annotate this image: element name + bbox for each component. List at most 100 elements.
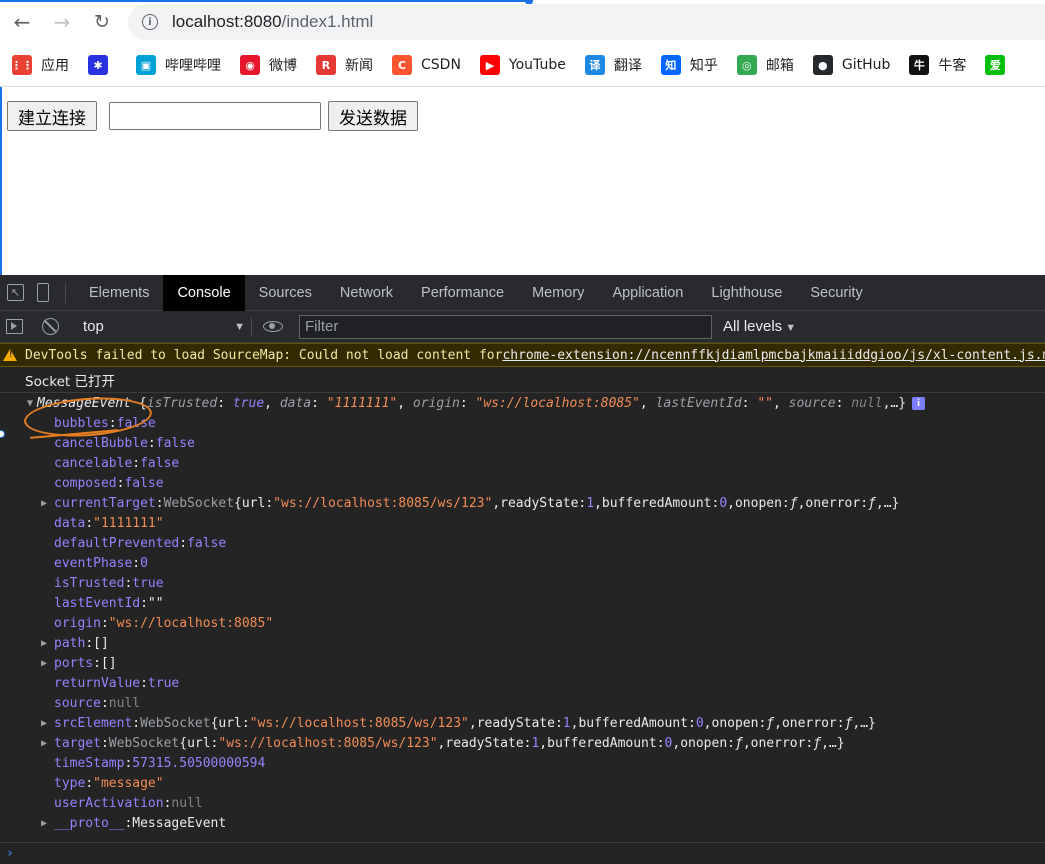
- reload-button[interactable]: ↻: [88, 8, 116, 36]
- tab-elements[interactable]: Elements: [75, 275, 163, 311]
- ws-key: readyState:: [445, 735, 532, 751]
- bookmark-item[interactable]: ⋮⋮ 应用: [11, 55, 69, 75]
- ws-value: "ws://localhost:8085/ws/123": [249, 715, 469, 731]
- prompt-chevron-icon: ›: [6, 846, 14, 861]
- bookmark-item[interactable]: 译翻译: [584, 55, 642, 75]
- ws-sep: ,: [774, 715, 782, 731]
- property-colon: :: [163, 795, 172, 811]
- filter-placeholder: Filter: [305, 318, 339, 335]
- preview-open: {: [138, 395, 147, 411]
- bookmark-item[interactable]: ▶ YouTube: [479, 55, 566, 75]
- property-row[interactable]: ▶ ports: []: [0, 653, 1045, 673]
- back-button[interactable]: ←: [8, 8, 36, 36]
- warning-link[interactable]: chrome-extension://ncennffkjdiamlpmcbajk…: [502, 348, 1045, 363]
- property-colon: :: [179, 535, 188, 551]
- expand-triangle-icon[interactable]: ▶: [41, 738, 51, 749]
- ws-key: onerror:: [805, 495, 869, 511]
- log-levels-dropdown[interactable]: All levels ▼: [723, 318, 796, 335]
- ws-sep: ,: [672, 735, 681, 751]
- property-name: timeStamp: [54, 755, 125, 771]
- property-row[interactable]: ▶ currentTarget: WebSocket {url: "ws://lo…: [0, 493, 1045, 513]
- bookmark-item[interactable]: C CSDN: [392, 55, 461, 75]
- bookmark-item[interactable]: 爱: [985, 55, 1014, 75]
- filter-input[interactable]: Filter: [299, 314, 712, 339]
- url-text[interactable]: localhost:8080/index1.html: [172, 12, 373, 32]
- expand-triangle-icon[interactable]: ▶: [41, 638, 51, 649]
- show-sidebar-icon[interactable]: [6, 319, 23, 334]
- bookmark-label: GitHub: [841, 57, 891, 73]
- property-name: srcElement: [54, 715, 133, 731]
- preview-value: "": [757, 395, 773, 411]
- github-icon: ●: [812, 55, 833, 75]
- property-colon: :: [108, 415, 117, 431]
- property-value: "ws://localhost:8085": [108, 615, 274, 631]
- property-colon: :: [100, 735, 109, 751]
- expand-triangle-icon[interactable]: ▶: [41, 658, 51, 669]
- expand-triangle-icon[interactable]: ▶: [41, 718, 51, 729]
- property-value: false: [155, 435, 195, 451]
- preview-colon: :: [311, 395, 327, 411]
- ws-value: ƒ: [789, 495, 798, 511]
- preview-colon: :: [459, 395, 476, 411]
- bookmark-item[interactable]: ◎ 邮箱: [736, 55, 794, 75]
- property-row[interactable]: ▶ target: WebSocket {url: "ws://localhost…: [0, 733, 1045, 753]
- event-preview: isTrusted: true, data: "1111111", origin…: [147, 396, 891, 411]
- preview-key: lastEventId: [655, 395, 742, 411]
- forward-button[interactable]: →: [48, 8, 76, 36]
- console-prompt[interactable]: ›: [0, 842, 1045, 864]
- console-toolbar: top ▼ Filter All levels ▼: [0, 311, 1045, 343]
- bookmark-label: 邮箱: [765, 58, 794, 74]
- event-properties: bubbles: false cancelBubble: false cancela…: [0, 413, 1045, 833]
- ws-sep: ,: [797, 495, 806, 511]
- preview-value: null: [851, 395, 883, 411]
- property-colon: :: [140, 675, 148, 691]
- eye-icon[interactable]: [263, 321, 283, 332]
- expand-triangle-icon[interactable]: ▶: [41, 498, 51, 509]
- ws-sep: ,: [492, 495, 501, 511]
- connect-button[interactable]: 建立连接: [7, 101, 97, 131]
- message-event-row[interactable]: ▼ MessageEvent { isTrusted: true, data: …: [0, 393, 1045, 413]
- tab-security[interactable]: Security: [796, 275, 876, 311]
- property-row[interactable]: ▶ path: []: [0, 633, 1045, 653]
- chevron-down-icon: ▼: [785, 322, 797, 334]
- ws-key: url:: [218, 715, 250, 731]
- bookmark-item[interactable]: ▣ 哔哩哔哩: [136, 55, 221, 75]
- inspect-element-icon[interactable]: ↖: [7, 284, 24, 301]
- device-toolbar-icon[interactable]: [37, 283, 49, 302]
- bookmark-item[interactable]: R 新闻: [316, 55, 373, 75]
- bookmark-label: 牛客: [938, 58, 967, 74]
- property-row[interactable]: ▶ __proto__: MessageEvent: [0, 813, 1045, 833]
- ws-key: bufferedAmount:: [601, 495, 720, 511]
- property-colon: :: [155, 495, 164, 511]
- expand-triangle-icon[interactable]: ▶: [41, 818, 51, 829]
- bookmark-item[interactable]: 牛牛客: [909, 55, 966, 75]
- property-name: ports: [54, 655, 94, 671]
- ws-key: onopen:: [734, 495, 790, 511]
- brace: {: [234, 495, 242, 511]
- ws-value: 1: [586, 495, 595, 511]
- property-name: cancelable: [54, 455, 133, 471]
- tab-memory[interactable]: Memory: [518, 275, 598, 311]
- bookmark-item[interactable]: ● GitHub: [812, 55, 891, 75]
- bookmark-label: CSDN: [421, 57, 461, 73]
- bookmark-item[interactable]: ✱: [88, 55, 117, 75]
- tab-network[interactable]: Network: [326, 275, 407, 311]
- property-name: lastEventId: [54, 595, 141, 611]
- tab-console[interactable]: Console: [163, 274, 245, 311]
- send-data-button[interactable]: 发送数据: [328, 101, 418, 131]
- property-row[interactable]: ▶ srcElement: WebSocket {url: "ws://local…: [0, 713, 1045, 733]
- bookmark-item[interactable]: ◉ 微博: [240, 55, 297, 75]
- tab-sources[interactable]: Sources: [245, 275, 326, 311]
- tab-application[interactable]: Application: [598, 275, 697, 311]
- tab-lighthouse[interactable]: Lighthouse: [697, 275, 796, 311]
- tab-performance[interactable]: Performance: [407, 275, 518, 311]
- expand-triangle-icon[interactable]: ▼: [27, 398, 37, 409]
- address-bar[interactable]: i localhost:8080/index1.html: [128, 4, 1045, 40]
- info-icon[interactable]: i: [912, 396, 926, 410]
- site-info-icon[interactable]: i: [142, 14, 158, 30]
- page-content: 建立连接 发送数据: [0, 87, 1045, 275]
- message-input[interactable]: [109, 102, 321, 130]
- context-selector[interactable]: top ▼: [83, 318, 249, 335]
- clear-console-icon[interactable]: [42, 318, 59, 335]
- bookmark-item[interactable]: 知知乎: [660, 55, 718, 75]
